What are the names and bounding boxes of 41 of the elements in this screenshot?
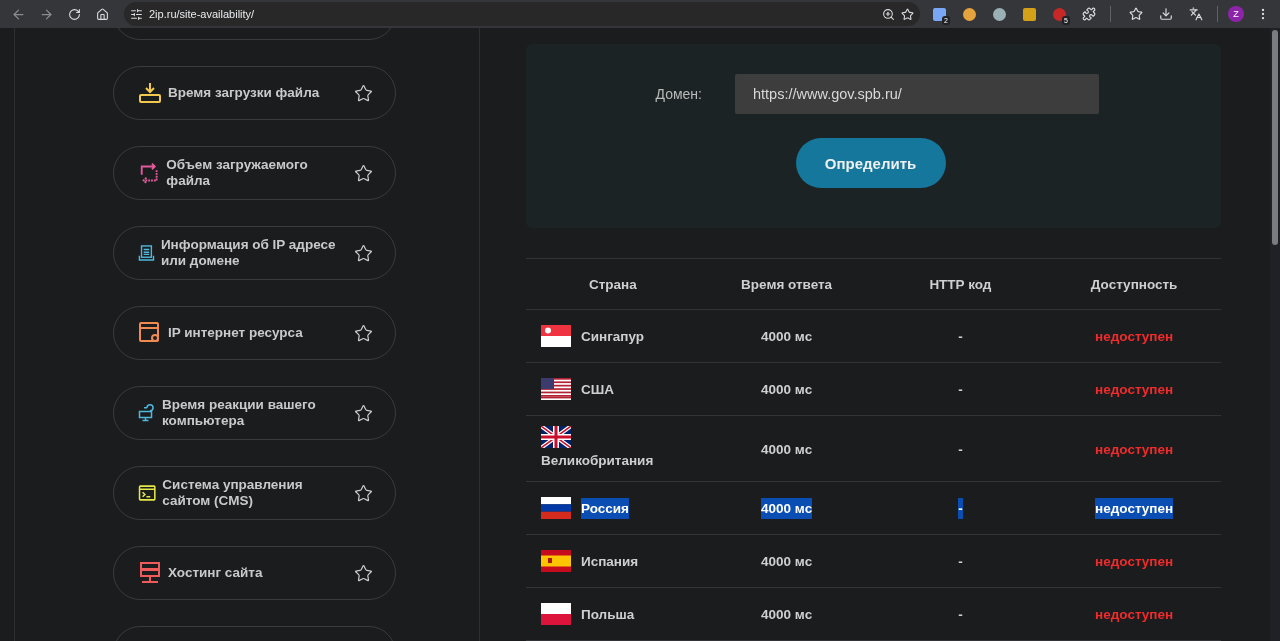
domain-label: Домен: xyxy=(654,86,702,102)
country-name: Россия xyxy=(581,497,629,519)
column-header: Время ответа xyxy=(740,276,834,292)
url-text: 2ip.ru/site-availability/ xyxy=(149,8,256,20)
availability-status: недоступен xyxy=(1095,440,1174,459)
country-name: Сингапур xyxy=(581,327,645,346)
http-code: - xyxy=(958,381,963,399)
profile-avatar[interactable]: Z xyxy=(1228,6,1244,22)
column-header: HTTP код xyxy=(928,276,993,292)
response-time: 4000 мс xyxy=(761,440,813,459)
submit-button[interactable]: Определить xyxy=(795,138,946,188)
menu-card-label: Система управления сайтом (CMS) xyxy=(162,477,304,509)
response-time: 4000 мс xyxy=(761,498,813,519)
response-time: 4000 мс xyxy=(761,606,813,624)
domain-input[interactable]: https://www.gov.spb.ru/ xyxy=(735,74,1099,114)
response-time: 4000 мс xyxy=(761,328,813,346)
availability-status: недоступен xyxy=(1095,381,1174,399)
menu-card-label: Время загрузки файла xyxy=(168,85,320,101)
column-header: Страна xyxy=(588,276,638,292)
http-code: - xyxy=(958,553,963,571)
menu-card-label: Хостинг сайта xyxy=(168,565,263,581)
address-bar[interactable]: 2ip.ru/site-availability/ xyxy=(124,2,920,26)
country-name: Испания xyxy=(581,552,639,571)
column-header: Доступность xyxy=(1089,276,1179,292)
country-name: США xyxy=(581,380,615,399)
availability-status: недоступен xyxy=(1095,328,1174,346)
menu-card-label: Время реакции вашего компьютера xyxy=(162,397,317,429)
http-code: - xyxy=(958,440,963,459)
menu-card-label: IP интернет ресурса xyxy=(168,325,303,341)
response-time: 4000 мс xyxy=(761,381,813,399)
country-name: Польша xyxy=(581,605,635,624)
availability-status: недоступен xyxy=(1095,606,1174,624)
response-time: 4000 мс xyxy=(761,553,813,571)
http-code: - xyxy=(958,606,963,624)
menu-card-label: Объем загружаемого файла xyxy=(166,157,309,189)
availability-status: недоступен xyxy=(1095,498,1174,519)
availability-status: недоступен xyxy=(1095,553,1174,571)
http-code: - xyxy=(958,328,963,346)
http-code: - xyxy=(958,498,963,519)
country-name: Великобритания xyxy=(541,452,654,470)
menu-card-label: Информация об IP адресе или домене xyxy=(160,237,337,269)
